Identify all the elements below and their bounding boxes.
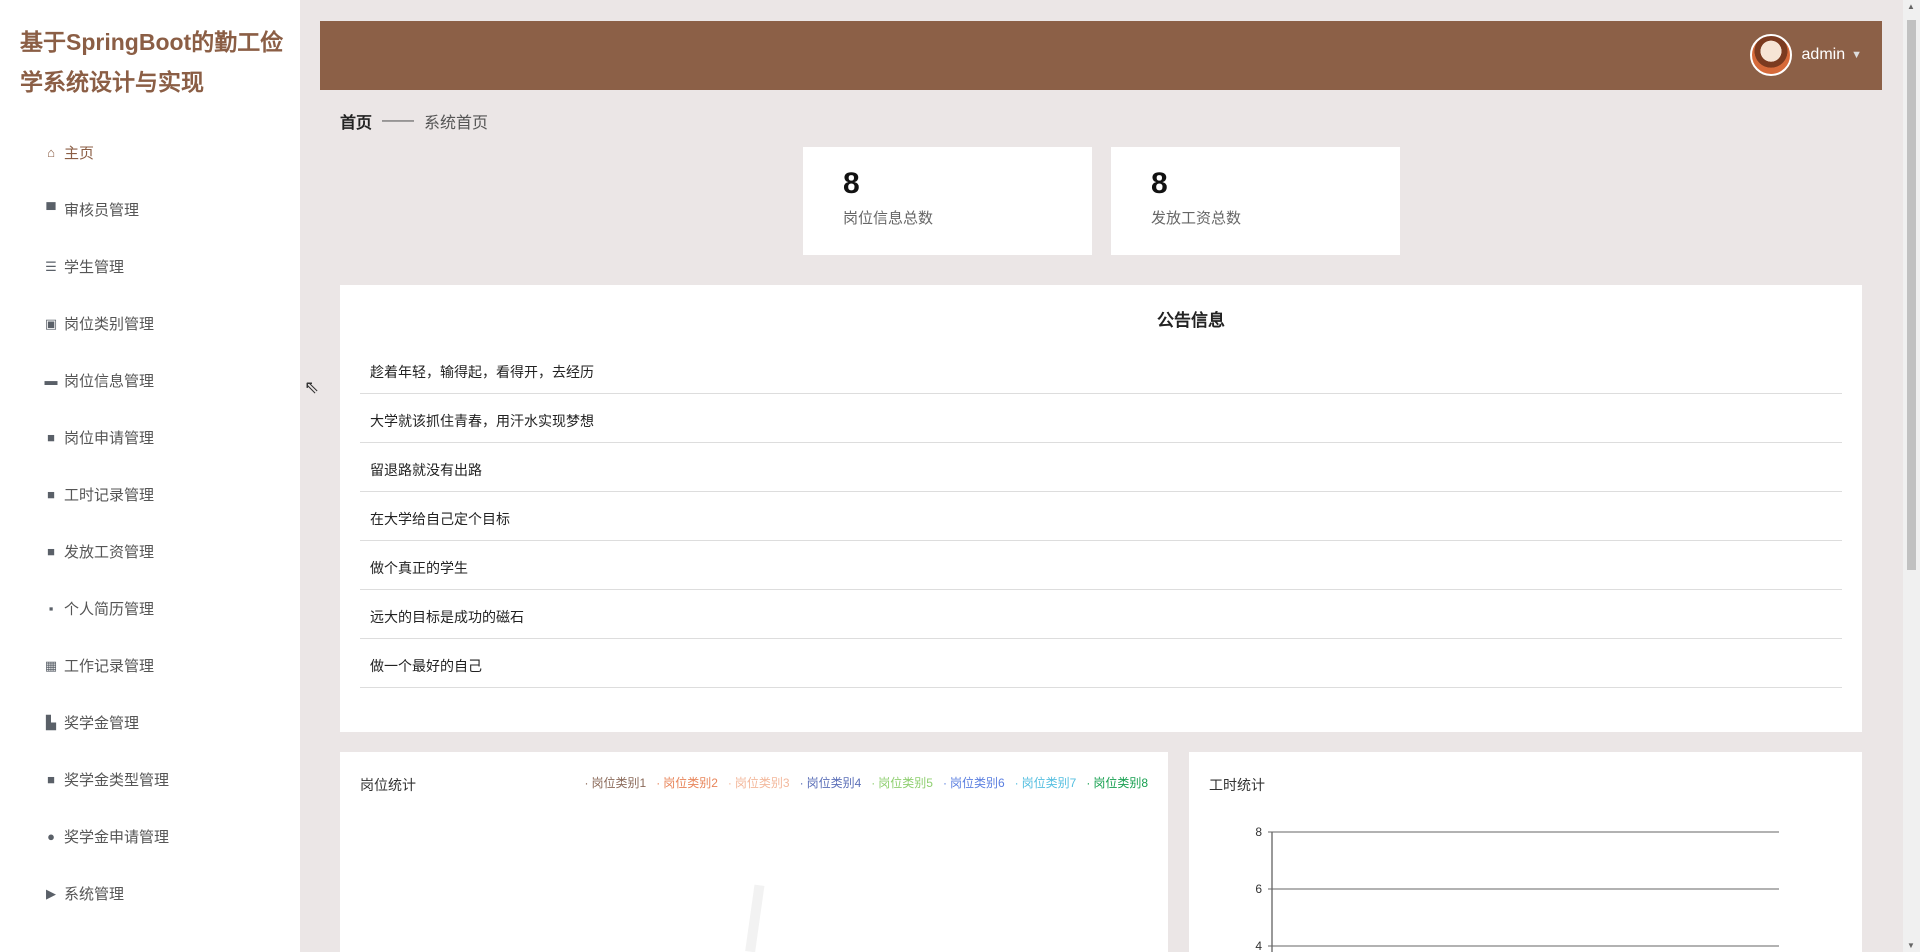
- bar-chart: 8 6 4: [1255, 825, 1779, 952]
- breadcrumb-separator: ——: [382, 112, 415, 129]
- notice-panel: 公告信息 趁着年轻，输得起，看得开，去经历 大学就该抓住青春，用汗水实现梦想 留退路…: [340, 285, 1862, 732]
- sidebar-item[interactable]: ■ 发放工资管理: [0, 523, 300, 580]
- stat-card-salary: 8 发放工资总数: [1111, 147, 1400, 255]
- notice-item[interactable]: 在大学给自己定个目标: [360, 492, 1842, 541]
- grid-icon: ■: [47, 487, 55, 502]
- mouse-cursor-icon: ⇖: [304, 377, 320, 397]
- stat-value: 8: [1151, 167, 1168, 200]
- notice-item[interactable]: 做一个最好的自己: [360, 639, 1842, 688]
- pie-chart: [745, 884, 765, 952]
- monitor-icon: ▬: [44, 373, 58, 388]
- grid-icon: ■: [47, 544, 55, 559]
- grid-icon: ■: [47, 772, 55, 787]
- sidebar-item-label: 奖学金管理: [64, 715, 140, 732]
- clipboard-icon: ▣: [44, 315, 58, 331]
- top-header: admin ▼: [320, 21, 1882, 90]
- sidebar-item[interactable]: ⌂ 主页: [0, 124, 300, 181]
- sidebar-item[interactable]: ▬ 岗位信息管理: [0, 352, 300, 409]
- job-stats-panel: 岗位统计 岗位类别1岗位类别2岗位类别3岗位类别4岗位类别5岗位类别6岗位类别7…: [340, 752, 1168, 952]
- apps-icon: ▦: [44, 657, 58, 673]
- avatar[interactable]: [1749, 34, 1792, 76]
- y-tick-label: 6: [1255, 882, 1262, 896]
- sidebar-item-label: 主页: [64, 145, 95, 162]
- bulb-icon: ●: [47, 829, 55, 844]
- stat-card-jobs: 8 岗位信息总数: [803, 147, 1092, 255]
- sidebar-item[interactable]: ▀ 审核员管理: [0, 181, 300, 238]
- breadcrumb: 首页 —— 系统首页: [340, 109, 488, 133]
- sidebar-item[interactable]: ● 奖学金申请管理: [0, 808, 300, 865]
- scroll-up-icon[interactable]: ▲: [1907, 2, 1915, 11]
- sidebar-item[interactable]: ▦ 工作记录管理: [0, 637, 300, 694]
- stat-value: 8: [843, 167, 860, 200]
- user-menu[interactable]: admin ▼: [1749, 34, 1862, 76]
- notice-title: 公告信息: [1157, 311, 1225, 330]
- app-title: 基于SpringBoot的勤工俭学系统设计与实现: [20, 29, 284, 95]
- notice-item[interactable]: 大学就该抓住青春，用汗水实现梦想: [360, 394, 1842, 443]
- video-icon: ▶: [46, 885, 56, 901]
- sidebar-item[interactable]: ■ 工时记录管理: [0, 466, 300, 523]
- sidebar-item-label: 学生管理: [64, 259, 125, 276]
- sidebar-item[interactable]: ▶ 系统管理: [0, 865, 300, 922]
- stat-label: 岗位信息总数: [843, 210, 934, 227]
- username[interactable]: admin: [1802, 46, 1846, 64]
- list-icon: ☰: [45, 258, 57, 274]
- scrollbar[interactable]: ▲ ▼: [1903, 0, 1920, 952]
- grid-icon: ■: [47, 430, 55, 445]
- y-tick-label: 4: [1255, 939, 1262, 952]
- home-icon: ⌂: [47, 145, 55, 160]
- sidebar: 基于SpringBoot的勤工俭学系统设计与实现 ⌂ 主页 ▀ 审核员管理 ☰ 学生管理 ▣…: [0, 0, 300, 952]
- sidebar-item[interactable]: ▪ 个人简历管理: [0, 580, 300, 637]
- sidebar-item-label: 岗位类别管理: [64, 316, 155, 333]
- notice-list: 趁着年轻，输得起，看得开，去经历 大学就该抓住青春，用汗水实现梦想 留退路就没有出路…: [360, 345, 1842, 688]
- sidebar-item-label: 系统管理: [64, 886, 125, 903]
- pie-slice-faint: [745, 884, 765, 952]
- sidebar-item-label: 个人简历管理: [64, 601, 155, 618]
- breadcrumb-current: 系统首页: [424, 115, 489, 132]
- sidebar-item-label: 奖学金类型管理: [64, 772, 170, 789]
- scrollbar-thumb[interactable]: [1907, 20, 1916, 570]
- sidebar-item[interactable]: ▣ 岗位类别管理: [0, 295, 300, 352]
- sidebar-item-label: 审核员管理: [64, 202, 140, 219]
- user-icon: ▀: [46, 202, 56, 217]
- message-icon: ▪: [48, 601, 54, 616]
- caret-down-icon[interactable]: ▼: [1851, 49, 1862, 61]
- sidebar-item-label: 工时记录管理: [64, 487, 155, 504]
- sidebar-menu: ⌂ 主页 ▀ 审核员管理 ☰ 学生管理 ▣ 岗位类别管理 ▬ 岗位信息管理 ■ 岗位申请管理 ■ 工时记录…: [0, 124, 300, 922]
- stat-label: 发放工资总数: [1151, 210, 1242, 227]
- breadcrumb-home[interactable]: 首页: [340, 109, 372, 133]
- sidebar-item-label: 发放工资管理: [64, 544, 155, 561]
- sidebar-item-label: 岗位申请管理: [64, 430, 155, 447]
- notice-item[interactable]: 远大的目标是成功的磁石: [360, 590, 1842, 639]
- sidebar-item[interactable]: ▙ 奖学金管理: [0, 694, 300, 751]
- sidebar-item-label: 工作记录管理: [64, 658, 155, 675]
- scroll-down-icon[interactable]: ▼: [1907, 941, 1915, 950]
- y-tick-label: 8: [1255, 825, 1262, 839]
- hours-stats-panel: 工时统计 864: [1189, 752, 1862, 952]
- notice-item[interactable]: 留退路就没有出路: [360, 443, 1842, 492]
- sidebar-item[interactable]: ☰ 学生管理: [0, 238, 300, 295]
- sidebar-item-label: 奖学金申请管理: [64, 829, 170, 846]
- notice-item[interactable]: 做个真正的学生: [360, 541, 1842, 590]
- thumb-icon: ▙: [46, 714, 56, 730]
- sidebar-item[interactable]: ■ 岗位申请管理: [0, 409, 300, 466]
- notice-item[interactable]: 趁着年轻，输得起，看得开，去经历: [360, 345, 1842, 394]
- sidebar-item[interactable]: ■ 奖学金类型管理: [0, 751, 300, 808]
- sidebar-item-label: 岗位信息管理: [64, 373, 155, 390]
